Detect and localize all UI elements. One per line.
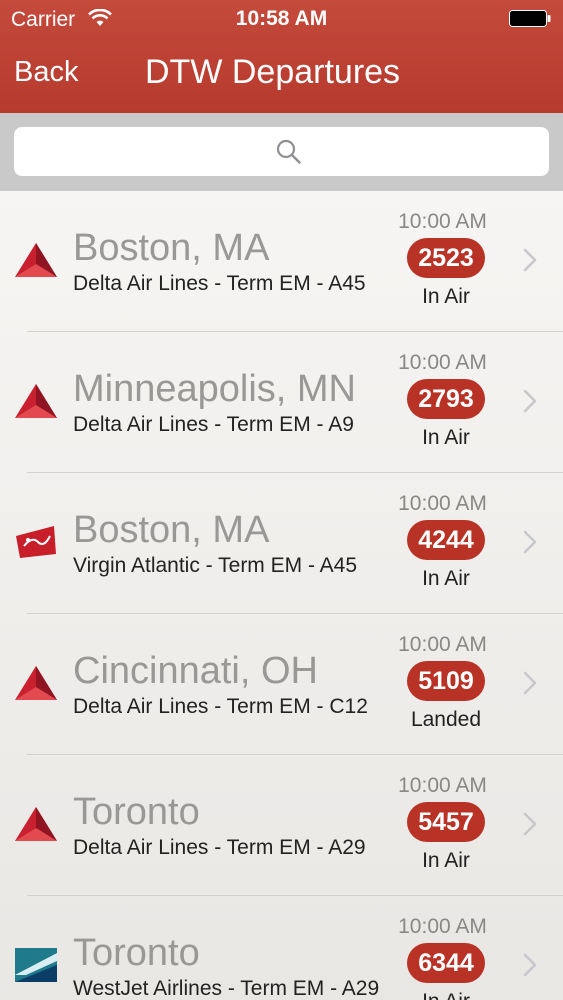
destination-city: Toronto	[73, 932, 200, 974]
page-title: DTW Departures	[145, 53, 401, 91]
airline-terminal-gate: Delta Air Lines - Term EM - C12	[73, 695, 368, 718]
flight-status: Landed	[410, 708, 482, 731]
chevron-right-icon	[523, 389, 537, 413]
flight-row[interactable]: Boston, MA Virgin Atlantic - Term EM - A…	[0, 473, 563, 614]
flight-number-badge: 5457	[407, 802, 485, 842]
flight-row[interactable]: Toronto Delta Air Lines - Term EM - A29 …	[0, 755, 563, 896]
delta-logo-icon	[14, 665, 58, 701]
destination-city: Boston, MA	[73, 509, 270, 551]
destination-city: Toronto	[73, 791, 200, 833]
chevron-right-icon	[523, 248, 537, 272]
chevron-right-icon	[523, 671, 537, 695]
destination-city: Minneapolis, MN	[73, 368, 356, 410]
airline-terminal-gate: Delta Air Lines - Term EM - A9	[73, 413, 354, 436]
airline-terminal-gate: Delta Air Lines - Term EM - A29	[73, 836, 366, 859]
status-bar: Carrier 10:58 AM	[0, 0, 563, 38]
departure-time: 10:00 AM	[398, 210, 487, 233]
airline-terminal-gate: Virgin Atlantic - Term EM - A45	[73, 554, 358, 577]
clock: 10:58 AM	[235, 7, 328, 30]
departure-time: 10:00 AM	[398, 351, 487, 374]
flight-number-badge: 5109	[407, 661, 485, 701]
destination-city: Cincinnati, OH	[73, 650, 318, 692]
departures-list: Boston, MA Delta Air Lines - Term EM - A…	[0, 191, 563, 1000]
search-bar	[0, 113, 563, 191]
destination-city: Boston, MA	[73, 227, 270, 269]
flight-status: In Air	[422, 849, 470, 872]
battery-icon	[509, 10, 551, 27]
chevron-right-icon	[523, 812, 537, 836]
flight-number-badge: 2793	[407, 379, 485, 419]
flight-row[interactable]: Boston, MA Delta Air Lines - Term EM - A…	[0, 191, 563, 332]
delta-logo-icon	[14, 383, 58, 419]
chevron-right-icon	[523, 953, 537, 977]
flight-status: In Air	[422, 567, 470, 590]
airline-terminal-gate: WestJet Airlines - Term EM - A29	[73, 977, 380, 1000]
back-button[interactable]: Back	[14, 56, 78, 89]
delta-logo-icon	[14, 806, 58, 842]
flight-row[interactable]: Toronto WestJet Airlines - Term EM - A29…	[0, 896, 563, 1000]
flight-number-badge: 6344	[407, 943, 485, 983]
flight-status: In Air	[422, 285, 470, 308]
departure-time: 10:00 AM	[398, 633, 487, 656]
flight-row[interactable]: Cincinnati, OH Delta Air Lines - Term EM…	[0, 614, 563, 755]
chevron-right-icon	[523, 530, 537, 554]
departure-time: 10:00 AM	[398, 915, 487, 938]
departure-time: 10:00 AM	[398, 774, 487, 797]
flight-status: In Air	[422, 426, 470, 449]
flight-number-badge: 2523	[407, 238, 485, 278]
navigation-header: Carrier 10:58 AM Back DTW Departures	[0, 0, 563, 113]
flight-status: In Air	[380, 990, 512, 1000]
search-field[interactable]	[14, 127, 549, 176]
flight-number-badge: 4244	[407, 520, 485, 560]
departure-time: 10:00 AM	[398, 492, 487, 515]
airline-terminal-gate: Delta Air Lines - Term EM - A45	[73, 272, 366, 295]
westjet-logo-icon	[14, 947, 58, 983]
virgin-logo-icon	[14, 524, 58, 560]
search-input[interactable]	[14, 127, 549, 176]
flight-row[interactable]: Minneapolis, MN Delta Air Lines - Term E…	[0, 332, 563, 473]
delta-logo-icon	[14, 242, 58, 278]
